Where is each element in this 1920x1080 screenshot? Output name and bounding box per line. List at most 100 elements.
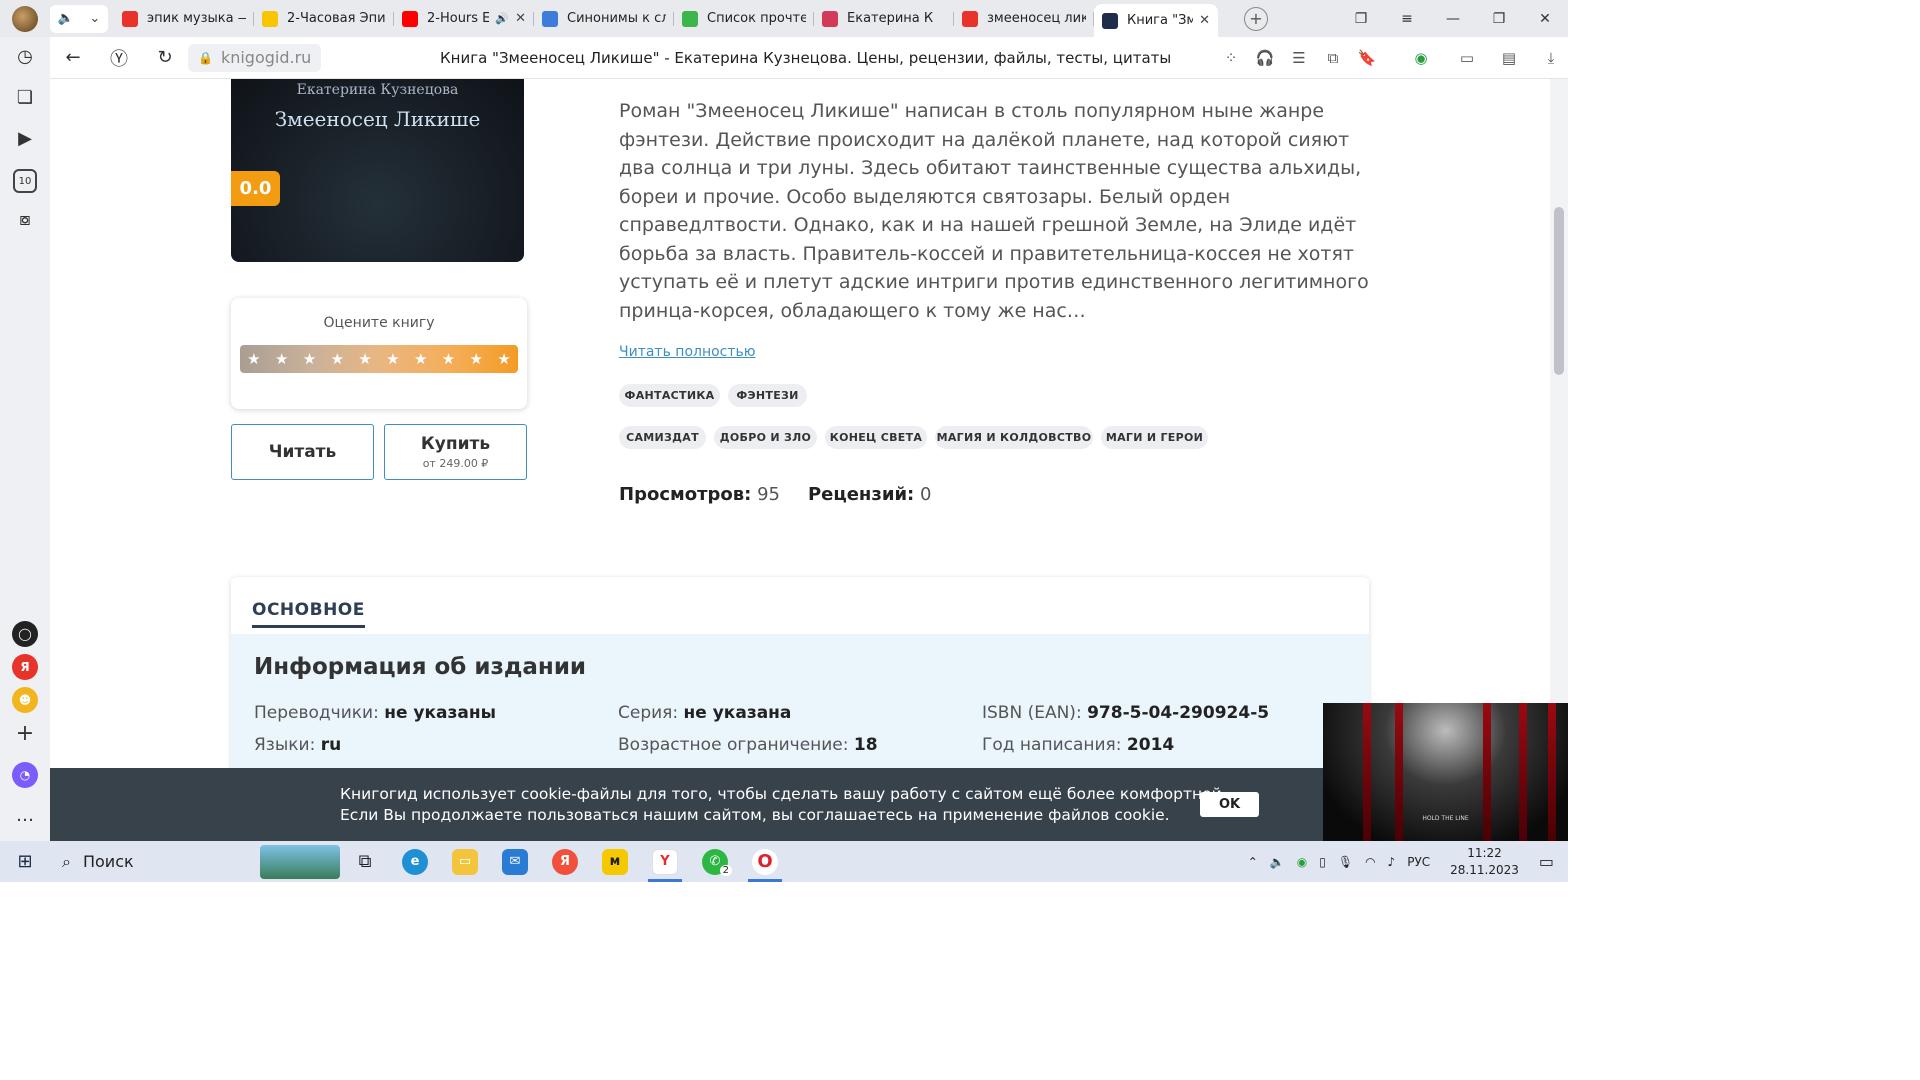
topic-tag[interactable]: МАГИ И ГЕРОИ xyxy=(1101,426,1208,449)
read-full-link[interactable]: Читать полностью xyxy=(619,344,756,360)
protect-tray-icon[interactable]: ◉ xyxy=(1297,855,1307,869)
reader-icon[interactable]: ☰ xyxy=(1282,49,1316,67)
chevron-down-icon[interactable]: ⌄ xyxy=(89,11,100,26)
year-value: 2014 xyxy=(1126,735,1175,755)
task-view-icon[interactable]: ⧉ xyxy=(340,841,390,882)
star-icon[interactable]: ★ xyxy=(490,345,518,373)
apps-icon[interactable]: ⁘ xyxy=(1214,49,1248,67)
speaker-tray-icon[interactable]: ♪ xyxy=(1388,855,1396,869)
rating-badge: 0.0 xyxy=(231,171,280,206)
yandex-icon[interactable]: Я xyxy=(540,841,590,882)
star-icon[interactable]: ★ xyxy=(379,345,407,373)
microphone-icon[interactable]: 🎙 xyxy=(1338,855,1353,869)
add-app-icon[interactable]: + xyxy=(0,721,50,746)
whatsapp-icon[interactable]: ✆ 2 xyxy=(690,841,740,882)
yandex-icon[interactable]: Ⓨ xyxy=(96,45,142,71)
close-tab-icon[interactable]: ✕ xyxy=(515,11,526,26)
bookmark-icon[interactable]: 🔖 xyxy=(1350,49,1384,67)
url-field[interactable]: 🔒 knigogid.ru xyxy=(188,43,322,72)
restore-button[interactable]: ❐ xyxy=(1476,11,1522,27)
star-icon[interactable]: ★ xyxy=(351,345,379,373)
close-tab-icon[interactable]: ✕ xyxy=(1199,13,1210,28)
cookie-ok-button[interactable]: OK xyxy=(1200,792,1259,817)
profile-avatar[interactable] xyxy=(12,5,38,32)
topic-tag[interactable]: КОНЕЦ СВЕТА xyxy=(825,426,927,449)
tab-collections-icon[interactable]: ❐ xyxy=(1338,11,1384,27)
mail-icon[interactable]: ✉ xyxy=(490,841,540,882)
history-icon[interactable]: ◷ xyxy=(0,46,50,67)
tab-1[interactable]: эпик музыка — xyxy=(114,5,254,33)
tab-audio-controls[interactable]: 🔈 ⌄ xyxy=(50,4,108,33)
minimize-button[interactable]: — xyxy=(1430,11,1476,27)
device-icon[interactable]: ▯ xyxy=(1319,855,1326,869)
books-icon xyxy=(822,10,838,27)
star-icon[interactable]: ★ xyxy=(268,345,296,373)
star-icon[interactable]: ★ xyxy=(407,345,435,373)
market-icon[interactable]: м xyxy=(590,841,640,882)
buy-button[interactable]: Купить от 249.00 ₽ xyxy=(384,424,527,480)
topic-tag[interactable]: САМИЗДАТ xyxy=(619,426,706,449)
yandex-browser-icon[interactable]: Y xyxy=(640,841,690,882)
collections-icon[interactable]: ▤ xyxy=(1492,49,1526,67)
cookie-text: Книгогид использует cookie-файлы для тог… xyxy=(340,784,1227,826)
genre-tag[interactable]: ФАНТАСТИКА xyxy=(619,384,720,407)
book-cover[interactable]: Екатерина Кузнецова Змееносец Ликише 0.0 xyxy=(231,79,524,262)
explorer-icon[interactable]: ▭ xyxy=(440,841,490,882)
star-rating[interactable]: ★ ★ ★ ★ ★ ★ ★ ★ ★ ★ xyxy=(240,345,518,373)
counter-icon[interactable]: 10 xyxy=(13,169,37,193)
battery-icon[interactable]: ▭ xyxy=(1450,49,1484,67)
tab-8[interactable]: Книга "Змеен ✕ xyxy=(1094,4,1218,37)
tab-7[interactable]: змееносец лики xyxy=(954,5,1094,33)
screenshot-icon[interactable]: ⧇ xyxy=(0,209,50,230)
scrollbar-thumb[interactable] xyxy=(1554,207,1564,375)
speaker-icon[interactable]: 🔊 xyxy=(495,12,509,25)
clock[interactable]: 11:22 28.11.2023 xyxy=(1450,845,1519,879)
topic-tag[interactable]: ДОБРО И ЗЛО xyxy=(714,426,817,449)
alice-app-icon[interactable]: ◯ xyxy=(12,621,38,647)
notes-icon[interactable]: ❏ xyxy=(0,87,50,108)
tab-6[interactable]: Екатерина К xyxy=(814,5,954,33)
menu-icon[interactable]: ≡ xyxy=(1384,11,1430,27)
tab-5[interactable]: Список прочте xyxy=(674,5,814,33)
tab-main[interactable]: ОСНОВНОЕ xyxy=(252,600,365,628)
language-indicator[interactable]: РУС xyxy=(1407,855,1430,869)
new-tab-button[interactable]: + xyxy=(1244,6,1268,31)
video-icon[interactable]: ▶ xyxy=(0,128,50,149)
notifications-icon[interactable]: ▭ xyxy=(1539,852,1554,871)
chevron-up-icon[interactable]: ⌃ xyxy=(1248,855,1258,869)
headphones-icon[interactable]: 🎧 xyxy=(1248,49,1282,67)
back-icon[interactable]: ← xyxy=(50,47,96,68)
yandex-app-icon[interactable]: Я xyxy=(12,654,38,680)
read-button[interactable]: Читать xyxy=(231,424,374,480)
game-app-icon[interactable]: ☻ xyxy=(12,687,38,713)
tab-2[interactable]: 2-Часовая Эпи xyxy=(254,5,394,33)
search-label: Поиск xyxy=(82,852,134,871)
opera-icon[interactable]: O xyxy=(740,841,790,882)
star-icon[interactable]: ★ xyxy=(435,345,463,373)
extensions-icon[interactable]: ⧉ xyxy=(1316,49,1350,67)
speaker-icon[interactable]: 🔈 xyxy=(58,11,74,26)
star-icon[interactable]: ★ xyxy=(240,345,268,373)
assistant-icon[interactable]: ◔ xyxy=(12,762,38,788)
tab-title: эпик музыка — xyxy=(147,11,246,26)
more-icon[interactable]: … xyxy=(0,805,50,826)
taskbar-search[interactable]: ⌕ Поиск xyxy=(50,841,340,882)
topic-tag[interactable]: МАГИЯ И КОЛДОВСТВО xyxy=(935,426,1093,449)
close-window-button[interactable]: ✕ xyxy=(1522,11,1568,27)
genre-tag[interactable]: ФЭНТЕЗИ xyxy=(728,384,807,407)
download-icon[interactable]: ⤓ xyxy=(1534,49,1568,67)
star-icon[interactable]: ★ xyxy=(323,345,351,373)
windows-start-icon[interactable]: ⊞ xyxy=(0,851,50,872)
tab-4[interactable]: Синонимы к сл xyxy=(534,5,674,33)
whatsapp-badge: 2 xyxy=(719,865,732,876)
wifi-icon[interactable]: ◠ xyxy=(1365,855,1375,869)
tab-3[interactable]: 2-Hours Ep 🔊 ✕ xyxy=(394,5,534,33)
volume-icon[interactable]: 🔈 xyxy=(1270,855,1285,869)
yandex-music-icon xyxy=(262,10,278,27)
protect-icon[interactable]: ◉ xyxy=(1404,49,1438,67)
star-icon[interactable]: ★ xyxy=(462,345,490,373)
reload-icon[interactable]: ↻ xyxy=(142,47,188,68)
edge-icon[interactable]: e xyxy=(390,841,440,882)
star-icon[interactable]: ★ xyxy=(296,345,324,373)
picture-in-picture-video[interactable]: HOLD THE LINE xyxy=(1323,703,1568,841)
